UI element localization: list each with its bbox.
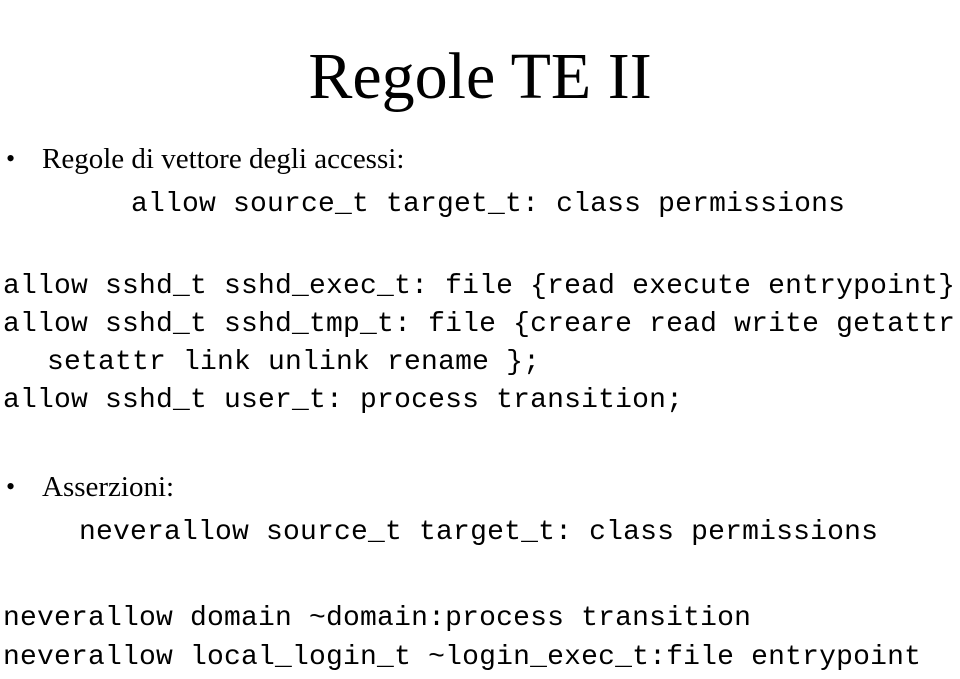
bullet-dot-icon: •	[6, 472, 16, 501]
page-title: Regole TE II	[308, 40, 652, 114]
code-line-allow-sshd-tmp-continued: setattr link unlink rename };	[47, 347, 541, 378]
bullet-item-assertions: • Asserzioni:	[0, 470, 174, 504]
code-line-neverallow-syntax-template: neverallow source_t target_t: class perm…	[79, 517, 879, 548]
bullet-dot-icon: •	[6, 144, 16, 173]
bullet-label-access-vector-rules: Regole di vettore degli accessi:	[42, 143, 405, 175]
code-line-neverallow-domain-transition: neverallow domain ~domain:process transi…	[3, 603, 752, 634]
code-line-neverallow-local-login-entrypoint: neverallow local_login_t ~login_exec_t:f…	[3, 642, 922, 673]
code-line-allow-sshd-exec: allow sshd_t sshd_exec_t: file {read exe…	[3, 271, 960, 302]
bullet-item-access-vector-rules: • Regole di vettore degli accessi:	[0, 142, 404, 176]
code-line-allow-syntax-template: allow source_t target_t: class permissio…	[131, 189, 846, 220]
slide-canvas: Regole TE II • Regole di vettore degli a…	[0, 0, 960, 679]
code-line-allow-sshd-tmp: allow sshd_t sshd_tmp_t: file {creare re…	[3, 309, 956, 340]
code-line-allow-sshd-user-transition: allow sshd_t user_t: process transition;	[3, 385, 684, 416]
bullet-label-assertions: Asserzioni:	[42, 471, 175, 503]
